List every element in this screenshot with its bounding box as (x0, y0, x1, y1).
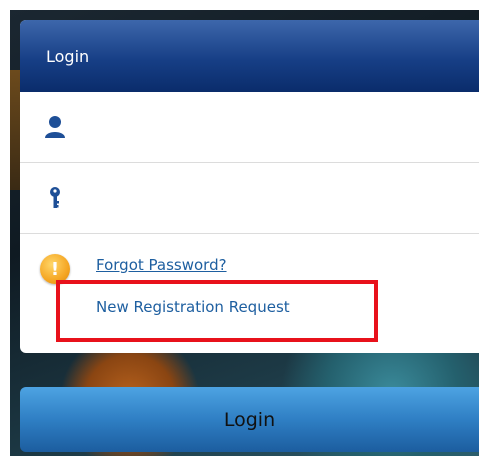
username-input[interactable] (84, 106, 479, 148)
login-panel-header: Login (20, 20, 479, 92)
forgot-password-link[interactable]: Forgot Password? (96, 256, 227, 274)
panel-title: Login (46, 46, 90, 66)
password-input[interactable] (84, 177, 479, 219)
key-icon (50, 187, 60, 208)
password-row (20, 163, 479, 234)
user-icon (45, 116, 65, 138)
username-row (20, 92, 479, 163)
highlight-annotation (56, 280, 378, 342)
login-button[interactable]: Login (20, 387, 479, 452)
